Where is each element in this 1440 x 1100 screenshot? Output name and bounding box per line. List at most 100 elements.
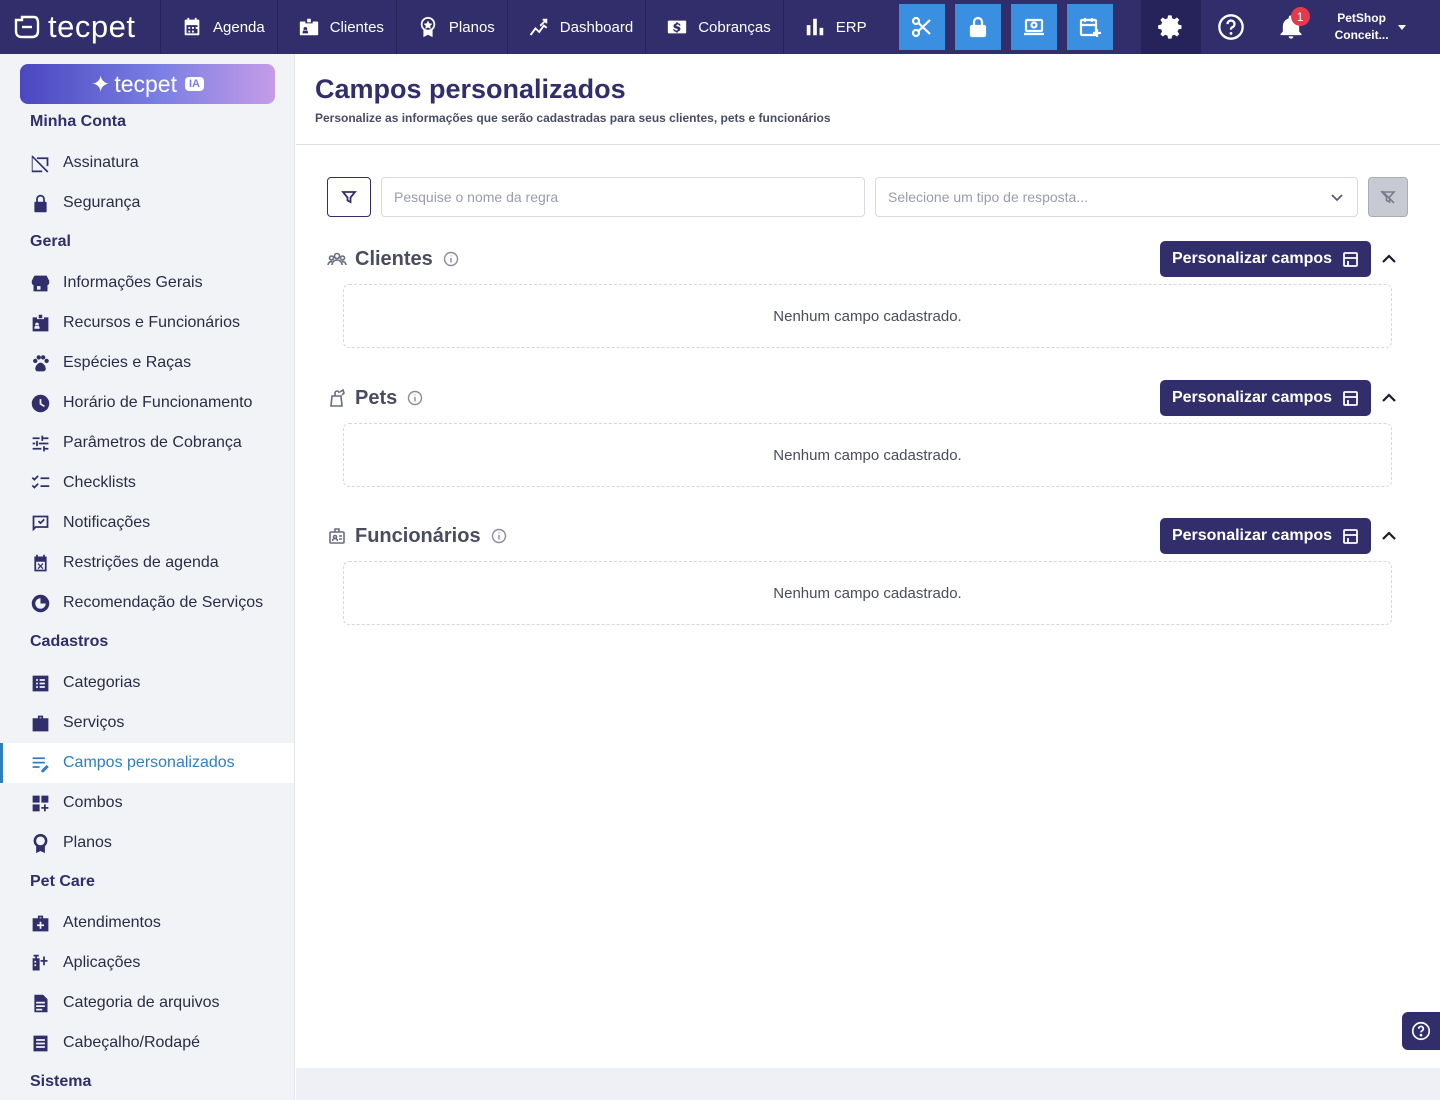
chevron-down-icon [1331, 194, 1343, 202]
floating-help-button[interactable] [1402, 1012, 1440, 1050]
collapse-toggle[interactable] [1371, 380, 1407, 416]
help-button[interactable] [1201, 0, 1261, 54]
sidebar-item-planos[interactable]: Planos [0, 823, 294, 863]
nav-item-label: Dashboard [559, 18, 634, 36]
nav-item-label: Cobranças [698, 18, 771, 36]
scissors-quick-button[interactable] [898, 4, 945, 50]
grid-plus-icon [32, 795, 49, 811]
sidebar-item-notificacoes[interactable]: Notificações [0, 503, 294, 543]
nav-item-erp[interactable]: ERP [782, 0, 879, 54]
sidebar-item-label: Recursos e Funcionários [63, 314, 240, 331]
medical-kit-icon [32, 915, 49, 931]
sidebar-item-label: Espécies e Raças [63, 354, 192, 371]
sidebar-item-cabecalho-rodape[interactable]: Cabeçalho/Rodapé [0, 1023, 294, 1063]
sidebar-item-checklists[interactable]: Checklists [0, 463, 294, 503]
tecpet-ia-button[interactable]: ✦ tecpet IA [20, 64, 275, 104]
recommend-icon [31, 594, 50, 612]
sidebar-item-recursos-e-funcionarios[interactable]: Recursos e Funcionários [0, 303, 294, 343]
clock-icon [31, 394, 50, 412]
filter-button[interactable] [327, 177, 371, 217]
sidebar-item-combos[interactable]: Combos [0, 783, 294, 823]
settings-button[interactable] [1140, 0, 1201, 54]
sidebar-item-seguranca[interactable]: Segurança [0, 183, 294, 223]
nav-item-clientes[interactable]: Clientes [276, 0, 396, 54]
customize-fields-button[interactable]: Personalizar campos [1160, 518, 1371, 554]
nav-item-dashboard[interactable]: Dashboard [506, 0, 645, 54]
nav-item-label: Agenda [213, 18, 265, 36]
filter-icon [341, 191, 357, 204]
customize-fields-button[interactable]: Personalizar campos [1160, 380, 1371, 416]
nav-item-cobranças[interactable]: Cobranças [645, 0, 783, 54]
nav-item-planos[interactable]: Planos [395, 0, 507, 54]
filter-bar: Selecione um tipo de resposta... [327, 177, 1408, 217]
sidebar-item-categorias[interactable]: Categorias [0, 663, 294, 703]
laptop-search-icon [1023, 18, 1044, 36]
paw-icon [33, 354, 49, 371]
sidebar-item-campos-personalizados[interactable]: Campos personalizados [0, 743, 294, 783]
sliders-icon [32, 435, 49, 451]
info-icon[interactable] [407, 390, 423, 406]
sidebar-item-parametros-de-cobranca[interactable]: Parâmetros de Cobrança [0, 423, 294, 463]
filter-off-icon [1380, 190, 1396, 204]
section-title: Pets [355, 386, 398, 409]
collapse-toggle[interactable] [1371, 241, 1407, 277]
sidebar-item-categoria-de-arquivos[interactable]: Categoria de arquivos [0, 983, 294, 1023]
sidebar-section-title: Cadastros [30, 633, 109, 650]
sidebar-item-atendimentos[interactable]: Atendimentos [0, 903, 294, 943]
chart-line-icon [528, 16, 550, 38]
add-schedule-quick-button[interactable] [1066, 4, 1113, 50]
rule-search-input[interactable] [381, 177, 865, 217]
sidebar-section-title: Sistema [30, 1073, 92, 1090]
sidebar-item-servicos[interactable]: Serviços [0, 703, 294, 743]
laptop-quick-button[interactable] [1010, 4, 1057, 50]
sidebar-item-informacoes-gerais[interactable]: Informações Gerais [0, 263, 294, 303]
sidebar-section-title: Pet Care [30, 873, 95, 890]
collapse-toggle[interactable] [1371, 518, 1407, 554]
page-subtitle: Personalize as informações que serão cad… [315, 111, 831, 125]
clear-filter-button[interactable] [1368, 177, 1408, 217]
briefcase-icon [32, 715, 49, 731]
sidebar-item-assinatura[interactable]: Assinatura [0, 143, 294, 183]
bar-chart-icon [804, 16, 826, 38]
edit-list-icon [32, 756, 49, 772]
sidebar-item-especies-e-racas[interactable]: Espécies e Raças [0, 343, 294, 383]
section-clientes: Clientes Personalizar campos Nenhum campo … [327, 241, 1407, 348]
response-type-select[interactable]: Selecione um tipo de resposta... [875, 177, 1358, 217]
award-icon [33, 833, 48, 853]
page-header: Campos personalizados Personalize as inf… [296, 54, 1440, 145]
calendar-icon [181, 16, 203, 38]
sidebar-item-label: Checklists [63, 474, 136, 491]
sidebar-item-label: Categoria de arquivos [63, 994, 220, 1011]
user-menu[interactable]: PetShop Conceit... [1321, 0, 1407, 54]
nav-item-label: Planos [448, 18, 495, 36]
info-icon[interactable] [491, 528, 507, 544]
sidebar-section-title: Geral [30, 233, 71, 250]
sidebar-item-label: Atendimentos [63, 914, 161, 931]
store-icon [31, 275, 50, 291]
id-card-icon [298, 16, 320, 38]
section-header: Pets Personalizar campos [327, 380, 1407, 416]
form-icon [1343, 390, 1358, 406]
sidebar-item-aplicacoes[interactable]: Aplicações [0, 943, 294, 983]
checklist-icon [31, 474, 50, 489]
section-header: Funcionários Personalizar campos [327, 518, 1407, 554]
nav-item-agenda[interactable]: Agenda [160, 0, 277, 54]
document-icon [33, 1035, 48, 1051]
sidebar-item-horario-de-funcionamento[interactable]: Horário de Funcionamento [0, 383, 294, 423]
nav-item-label: ERP [835, 18, 867, 36]
info-icon[interactable] [443, 251, 459, 267]
chevron-up-icon [1382, 254, 1396, 263]
sidebar-item-label: Assinatura [63, 154, 139, 171]
signature-icon [31, 155, 49, 173]
sidebar-item-label: Horário de Funcionamento [63, 394, 253, 411]
brand-logo[interactable]: tecpet [0, 0, 160, 54]
sidebar-item-recomendacao-de-servicos[interactable]: Recomendação de Serviços [0, 583, 294, 623]
lock-quick-button[interactable] [954, 4, 1001, 50]
users-group-icon [327, 249, 347, 269]
dollar-icon [666, 16, 688, 38]
footer-bar [296, 1068, 1440, 1100]
sidebar-item-label: Segurança [63, 194, 141, 211]
customize-fields-button[interactable]: Personalizar campos [1160, 241, 1371, 277]
sidebar-item-restricoes-de-agenda[interactable]: Restrições de agenda [0, 543, 294, 583]
notifications-button[interactable]: 1 [1261, 0, 1321, 54]
